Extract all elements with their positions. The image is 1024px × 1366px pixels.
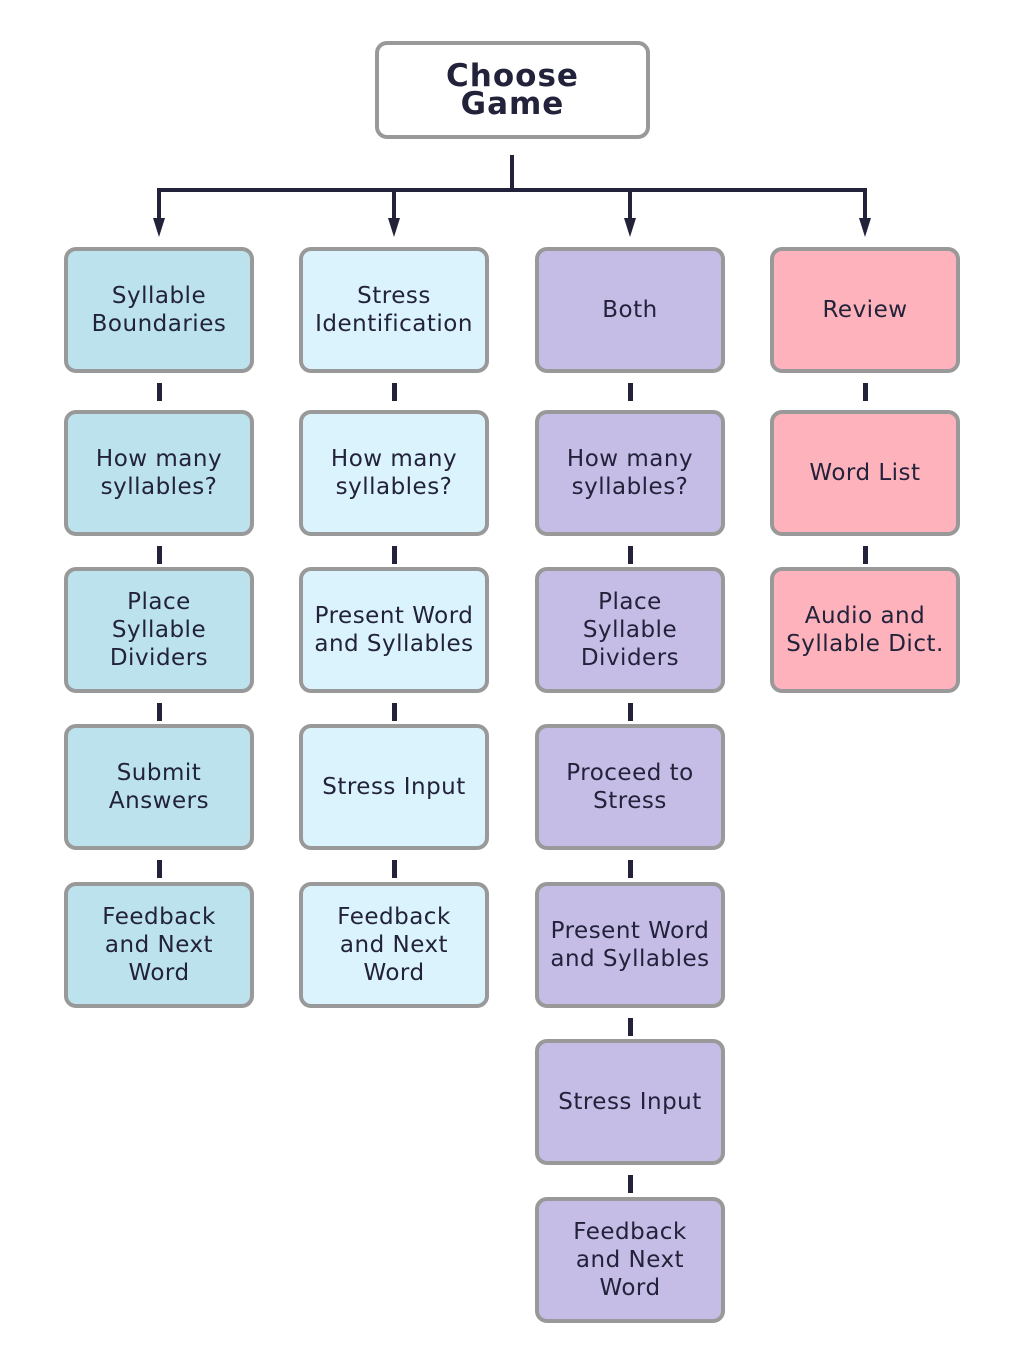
both-step-6[interactable]: Stress Input [535, 1039, 725, 1165]
both-step-4[interactable]: Proceed to Stress [535, 724, 725, 850]
arrow-head-icon [624, 218, 636, 237]
step-connector [392, 383, 397, 401]
arrow-head-icon [388, 218, 400, 237]
step-connector [157, 546, 162, 564]
step-connector [628, 383, 633, 401]
step-connector [628, 546, 633, 564]
step-connector [392, 860, 397, 878]
both-step-2[interactable]: How many syllables? [535, 410, 725, 536]
stress-identification-step-3[interactable]: Present Word and Syllables [299, 567, 489, 693]
step-connector [628, 860, 633, 878]
step-connector [392, 546, 397, 564]
arrow-head-icon [859, 218, 871, 237]
both-step-3[interactable]: Place Syllable Dividers [535, 567, 725, 693]
both-step-1[interactable]: Both [535, 247, 725, 373]
review-step-3[interactable]: Audio and Syllable Dict. [770, 567, 960, 693]
both-step-5[interactable]: Present Word and Syllables [535, 882, 725, 1008]
step-connector [628, 1175, 633, 1193]
stress-identification-step-5[interactable]: Feedback and Next Word [299, 882, 489, 1008]
step-connector [863, 546, 868, 564]
choose-game-node[interactable]: Choose Game [375, 41, 650, 139]
step-connector [863, 383, 868, 401]
step-connector [157, 383, 162, 401]
stress-identification-step-1[interactable]: Stress Identification [299, 247, 489, 373]
step-connector [157, 860, 162, 878]
arrow-head-icon [153, 218, 165, 237]
step-connector [157, 703, 162, 721]
both-step-7[interactable]: Feedback and Next Word [535, 1197, 725, 1323]
syllable-boundaries-step-2[interactable]: How many syllables? [64, 410, 254, 536]
review-step-1[interactable]: Review [770, 247, 960, 373]
review-step-2[interactable]: Word List [770, 410, 960, 536]
step-connector [628, 1018, 633, 1036]
stress-identification-step-4[interactable]: Stress Input [299, 724, 489, 850]
step-connector [392, 703, 397, 721]
stress-identification-step-2[interactable]: How many syllables? [299, 410, 489, 536]
syllable-boundaries-step-3[interactable]: Place Syllable Dividers [64, 567, 254, 693]
syllable-boundaries-step-1[interactable]: Syllable Boundaries [64, 247, 254, 373]
step-connector [628, 703, 633, 721]
syllable-boundaries-step-4[interactable]: Submit Answers [64, 724, 254, 850]
syllable-boundaries-step-5[interactable]: Feedback and Next Word [64, 882, 254, 1008]
